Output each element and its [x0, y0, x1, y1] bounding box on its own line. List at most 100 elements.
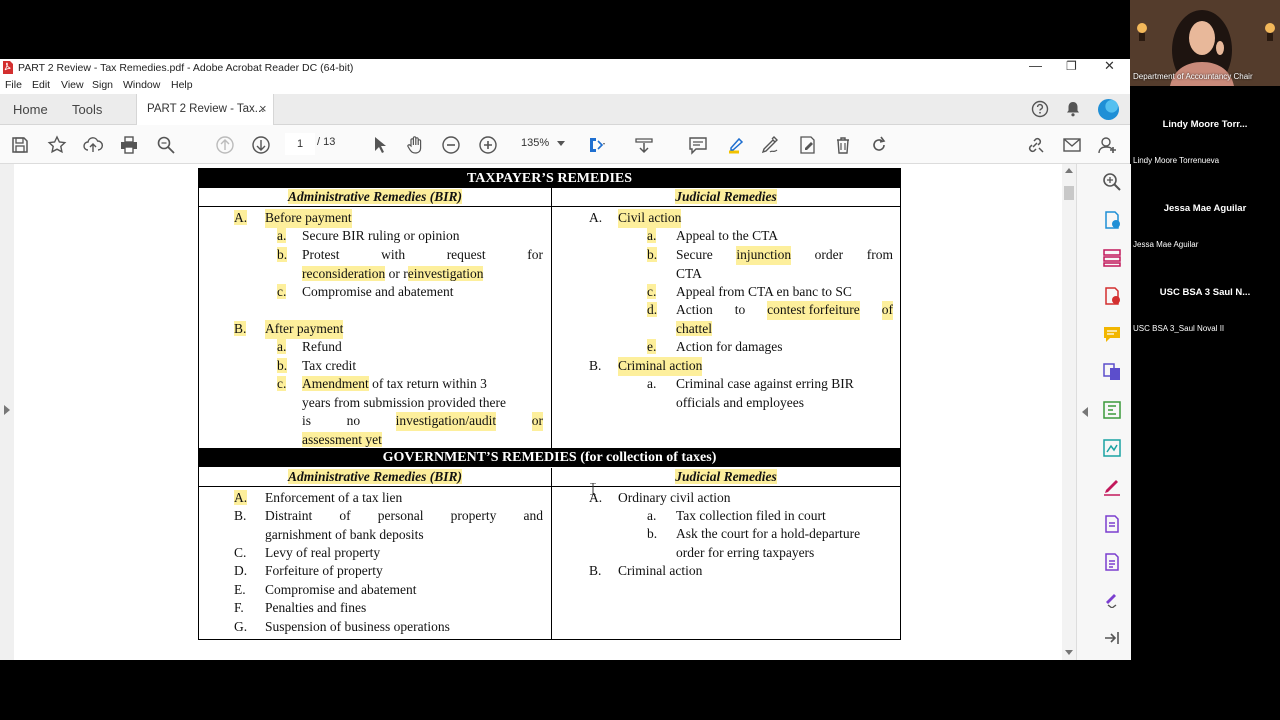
list-item: D. Forfeiture of property — [234, 563, 383, 578]
send-document-icon[interactable] — [1102, 514, 1122, 534]
taxpayer-remedies-header: TAXPAYER’S REMEDIES — [199, 169, 900, 188]
participant-name[interactable]: Jessa Mae Aguilar — [1130, 203, 1280, 214]
list-item: a. — [647, 376, 657, 391]
judicial-remedies-heading: Judicial Remedies — [675, 189, 777, 204]
tab-tools[interactable]: Tools — [72, 102, 102, 117]
window-title: PART 2 Review - Tax Remedies.pdf - Adobe… — [18, 62, 354, 74]
comment-icon[interactable] — [688, 135, 708, 155]
expand-left-panel-icon[interactable] — [4, 405, 10, 415]
menu-window[interactable]: Window — [123, 79, 160, 91]
list-item: A. Enforcement of a tax lien — [234, 490, 403, 505]
edit-stamp-icon[interactable] — [797, 135, 817, 155]
participant-name[interactable]: USC BSA 3 Saul N... — [1130, 287, 1280, 298]
divider — [199, 206, 900, 207]
hand-tool-icon[interactable] — [405, 135, 425, 155]
next-page-icon[interactable] — [251, 135, 271, 155]
document-tab-label: PART 2 Review - Tax... — [147, 103, 265, 115]
list-item-text: Action to contest forfeiture of chattel — [676, 301, 893, 336]
expand-panel-icon[interactable] — [1102, 628, 1122, 648]
list-item-text: Amendment of tax return within 3 years f… — [302, 376, 543, 447]
select-cursor-icon[interactable] — [369, 135, 389, 155]
list-item: b. — [277, 247, 288, 262]
menu-bar: File Edit View Sign Window Help — [0, 77, 1130, 94]
tab-document[interactable]: PART 2 Review - Tax... × — [136, 94, 274, 125]
minimize-button[interactable]: — — [1029, 58, 1042, 73]
comment-tool-icon[interactable] — [1102, 324, 1122, 344]
combine-files-icon[interactable] — [1102, 362, 1122, 382]
list-item: b. Tax credit — [277, 358, 357, 373]
page-layout-icon[interactable] — [587, 135, 607, 155]
highlight-pen-icon[interactable] — [724, 135, 744, 155]
text-cursor-icon — [590, 483, 596, 495]
gov-criminal-action-item: B. Criminal action — [589, 563, 703, 578]
close-tab-button[interactable]: × — [259, 101, 267, 116]
scroll-up-icon[interactable] — [1065, 168, 1073, 173]
menu-help[interactable]: Help — [171, 79, 193, 91]
protect-document-icon[interactable] — [1102, 552, 1122, 572]
edit-pdf-icon[interactable] — [1102, 400, 1122, 420]
gov-admin-remedies-heading: Administrative Remedies (BIR) — [288, 469, 462, 484]
export-pdf-icon[interactable] — [1102, 210, 1122, 230]
tab-home[interactable]: Home — [13, 102, 48, 117]
search-icon[interactable] — [156, 135, 176, 155]
list-item: c. — [277, 376, 287, 391]
fill-sign-icon[interactable] — [1102, 438, 1122, 458]
scroll-down-icon[interactable] — [1065, 650, 1073, 655]
host-video-feed: Department of Accountancy Chair — [1130, 0, 1280, 86]
participant-name[interactable]: Lindy Moore Torr... — [1130, 119, 1280, 130]
participant-label: Jessa Mae Aguilar — [1133, 240, 1199, 249]
cloud-upload-icon[interactable] — [83, 135, 103, 155]
account-avatar-icon[interactable] — [1098, 99, 1119, 120]
save-icon[interactable] — [10, 135, 30, 155]
toolbar: 1 / 13 135% — [0, 125, 1130, 164]
page-number-input[interactable]: 1 — [285, 133, 315, 155]
create-pdf-icon[interactable] — [1102, 286, 1122, 306]
menu-view[interactable]: View — [61, 79, 84, 91]
list-item: a. Tax collection filed in court — [647, 508, 826, 523]
tools-pane — [1076, 164, 1131, 660]
column-divider — [551, 468, 552, 639]
list-item: E. Compromise and abatement — [234, 582, 417, 597]
help-icon[interactable] — [1031, 100, 1049, 118]
zoom-out-icon[interactable] — [441, 135, 461, 155]
email-icon[interactable] — [1062, 135, 1082, 155]
more-tools-icon[interactable] — [1102, 588, 1122, 608]
menu-sign[interactable]: Sign — [92, 79, 113, 91]
organize-pages-icon[interactable] — [1102, 248, 1122, 268]
civil-action-item: A. Civil action — [589, 209, 682, 228]
menu-edit[interactable]: Edit — [32, 79, 50, 91]
vertical-scrollbar[interactable] — [1062, 164, 1076, 660]
list-item: d. — [647, 302, 658, 317]
zoom-level-select[interactable]: 135% — [513, 133, 573, 153]
previous-page-icon[interactable] — [215, 135, 235, 155]
add-user-icon[interactable] — [1098, 135, 1118, 155]
restore-button[interactable]: ❐ — [1066, 59, 1077, 73]
document-view[interactable]: TAXPAYER’S REMEDIES Administrative Remed… — [14, 164, 1062, 660]
menu-file[interactable]: File — [5, 79, 22, 91]
zoom-in-icon[interactable] — [478, 135, 498, 155]
list-item: a. Secure BIR ruling or opinion — [277, 228, 460, 243]
list-item: C. Levy of real property — [234, 545, 381, 560]
notification-bell-icon[interactable] — [1064, 100, 1082, 118]
bookmark-star-icon[interactable] — [47, 135, 67, 155]
government-remedies-header: GOVERNMENT’S REMEDIES (for collection of… — [199, 448, 900, 467]
divider — [199, 486, 900, 487]
draw-pen-icon[interactable] — [760, 135, 780, 155]
collapse-tools-pane-icon[interactable] — [1082, 407, 1088, 417]
criminal-action-item: B. Criminal action — [589, 357, 703, 376]
participant-label: USC BSA 3_Saul Noval II — [1133, 324, 1225, 333]
list-item: c. Compromise and abatement — [277, 284, 454, 299]
share-link-icon[interactable] — [1025, 135, 1045, 155]
left-panel-gutter — [0, 164, 14, 660]
zoom-search-icon[interactable] — [1102, 172, 1122, 192]
list-item: G. Suspension of business operations — [234, 619, 450, 634]
print-icon[interactable] — [119, 135, 139, 155]
scroll-mode-icon[interactable] — [634, 135, 654, 155]
scrollbar-thumb[interactable] — [1064, 186, 1074, 200]
list-item: e. Action for damages — [647, 339, 783, 354]
close-window-button[interactable]: ✕ — [1104, 58, 1115, 74]
list-item: a. Appeal to the CTA — [647, 228, 779, 243]
sign-pen-icon[interactable] — [1102, 476, 1122, 496]
rotate-icon[interactable] — [869, 135, 889, 155]
delete-trash-icon[interactable] — [833, 135, 853, 155]
